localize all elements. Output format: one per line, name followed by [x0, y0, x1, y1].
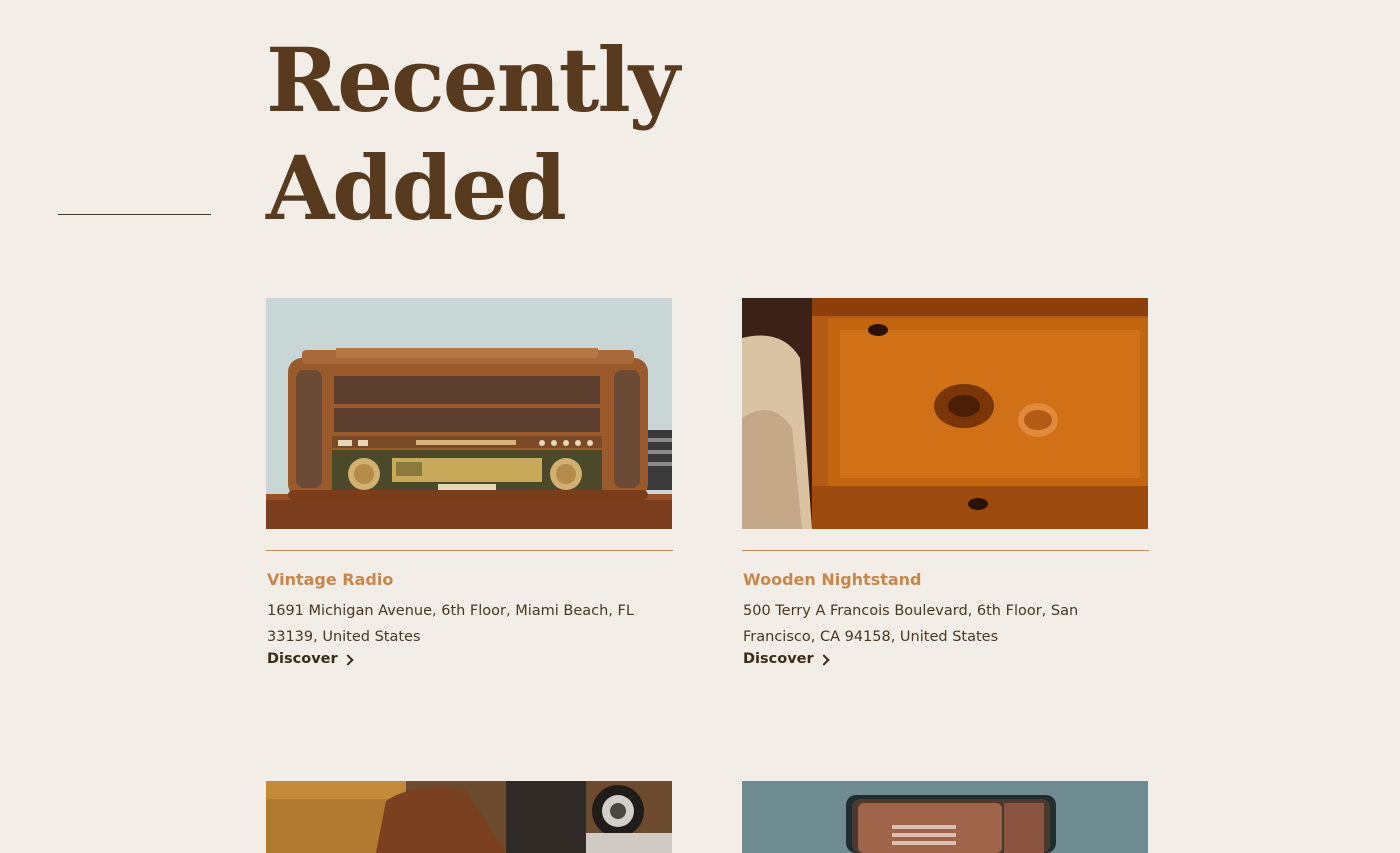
- product-card: Wooden Nightstand 500 Terry A Francois B…: [742, 298, 1149, 668]
- card-divider: [742, 550, 1149, 551]
- section-title: Recently Added: [266, 26, 680, 242]
- chevron-right-icon: [341, 653, 354, 666]
- product-card: Vintage Radio 1691 Michigan Avenue, 6th …: [266, 298, 673, 668]
- card-address: 500 Terry A Francois Boulevard, 6th Floo…: [743, 603, 1079, 645]
- vintage-radio-image[interactable]: [266, 298, 672, 529]
- wooden-nightstand-image[interactable]: [742, 298, 1148, 529]
- section-title-line-1: Recently: [266, 28, 680, 132]
- discover-link-label: Discover: [267, 651, 338, 667]
- chevron-right-icon: [817, 653, 830, 666]
- product-card: [266, 781, 673, 853]
- card-divider: [266, 550, 673, 551]
- section-title-line-2: Added: [266, 136, 567, 240]
- section-divider: [58, 214, 211, 215]
- discover-link[interactable]: Discover: [743, 651, 830, 667]
- vintage-tin-box-image[interactable]: [742, 781, 1148, 853]
- card-title[interactable]: Vintage Radio: [267, 570, 673, 590]
- discover-link[interactable]: Discover: [267, 651, 354, 667]
- product-card: [742, 781, 1149, 853]
- leather-camera-case-image[interactable]: [266, 781, 672, 853]
- discover-link-label: Discover: [743, 651, 814, 667]
- card-title[interactable]: Wooden Nightstand: [743, 570, 1149, 590]
- card-address: 1691 Michigan Avenue, 6th Floor, Miami B…: [267, 603, 634, 645]
